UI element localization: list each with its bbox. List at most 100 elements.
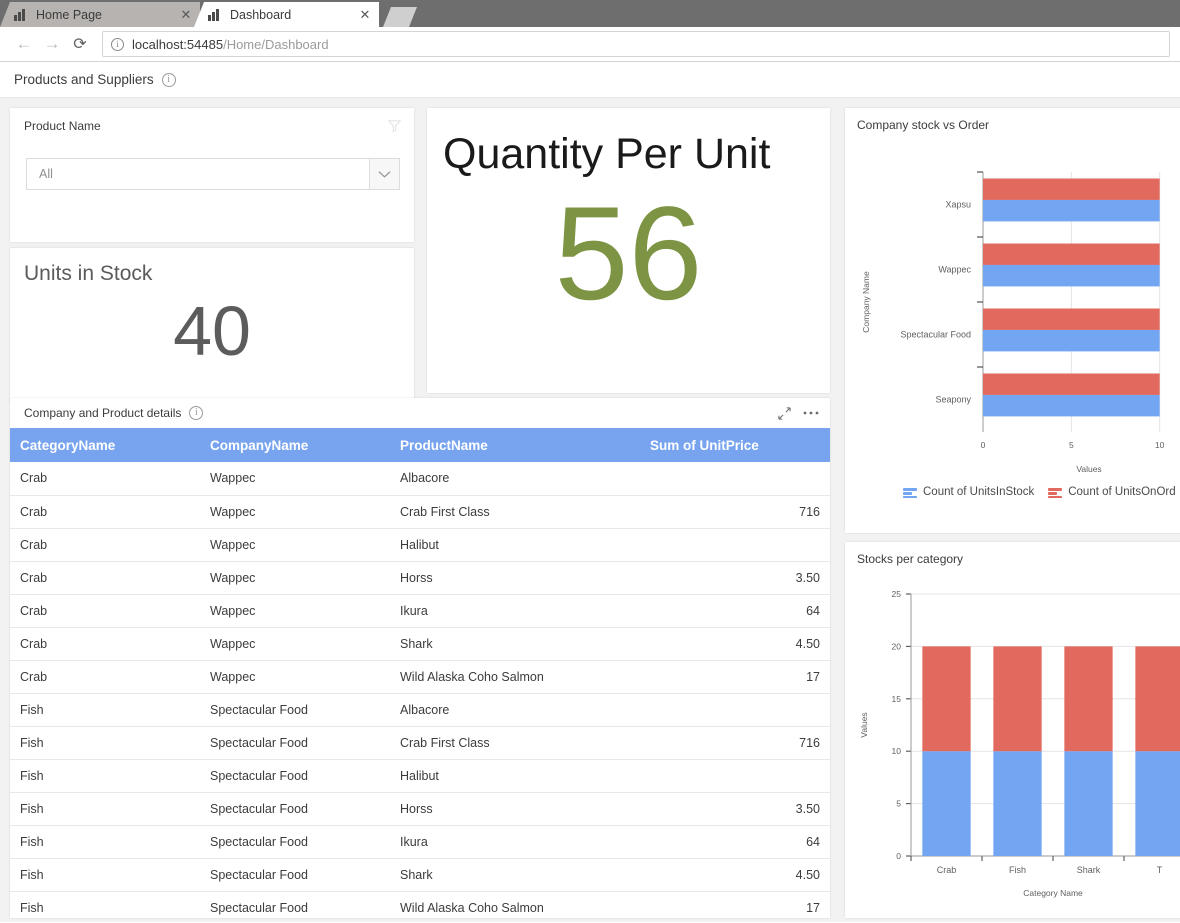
legend-item-units-in-stock[interactable]: Count of UnitsInStock (903, 486, 1034, 498)
table-header-bar: Company and Product details i (10, 398, 830, 428)
table-row[interactable]: Fish Spectacular Food Ikura 64 (10, 825, 830, 859)
info-icon[interactable]: i (161, 72, 176, 87)
y-axis-title: Company Name (861, 271, 871, 333)
table-cell: Crab (10, 462, 200, 496)
bar-units-in-stock (983, 199, 1160, 222)
table-cell: 3.50 (640, 561, 830, 595)
legend-item-units-on-order[interactable]: Count of UnitsOnOrd (1048, 486, 1176, 498)
table-cell: Halibut (390, 528, 640, 562)
column-header[interactable]: CategoryName (10, 428, 200, 462)
page-header: Products and Suppliers i (0, 62, 1180, 98)
site-info-icon[interactable]: i (111, 37, 124, 51)
table-cell: 64 (640, 594, 830, 628)
chart-title: Company stock vs Order (857, 118, 990, 132)
y-tick-label: 10 (892, 746, 902, 756)
dashboard-canvas: Product Name All Units in Stock 40 Quant… (0, 98, 1180, 922)
browser-tab-title: Home Page (36, 7, 103, 22)
table-cell: Fish (10, 792, 200, 826)
table-row[interactable]: Fish Spectacular Food Wild Alaska Coho Sal… (10, 891, 830, 918)
table-cell: Wappec (200, 627, 390, 661)
close-icon[interactable]: ✕ (178, 7, 194, 23)
y-tick-label: 25 (892, 589, 902, 599)
table-cell: 17 (640, 891, 830, 918)
x-category-label: Fish (1009, 865, 1026, 875)
table-row[interactable]: Crab Wappec Shark 4.50 (10, 627, 830, 661)
x-axis-title: Category Name (1023, 888, 1083, 898)
slicer-header: Product Name (10, 108, 414, 133)
table-cell: Fish (10, 825, 200, 859)
table-cell: Wappec (200, 594, 390, 628)
funnel-icon[interactable] (387, 118, 402, 133)
table-cell (640, 693, 830, 727)
table-cell: Fish (10, 759, 200, 793)
table-cell: Crab (10, 660, 200, 694)
table-row[interactable]: Fish Spectacular Food Shark 4.50 (10, 858, 830, 892)
kpi-value: 56 (554, 180, 703, 328)
table-row[interactable]: Crab Wappec Albacore (10, 462, 830, 496)
url-host: localhost:54485 (132, 36, 224, 52)
forward-icon[interactable]: → (38, 30, 66, 58)
legend-swatch-icon (1048, 486, 1063, 498)
table-cell: Crab (10, 594, 200, 628)
x-axis-title: Values (1076, 464, 1101, 474)
browser-tab-home-page[interactable]: Home Page ✕ (0, 2, 200, 27)
x-tick-label: 10 (1155, 440, 1165, 450)
ellipsis-icon[interactable] (802, 410, 820, 416)
x-category-label: Crab (937, 865, 957, 875)
new-tab-button[interactable] (383, 7, 417, 27)
back-icon[interactable]: ← (10, 30, 38, 58)
column-header[interactable]: ProductName (390, 428, 640, 462)
table-row[interactable]: Fish Spectacular Food Halibut (10, 759, 830, 793)
table-cell: Crab First Class (390, 726, 640, 760)
table-header-row: CategoryName CompanyName ProductName Sum of… (10, 428, 830, 462)
legend-label: Count of UnitsOnOrd (1068, 486, 1176, 498)
y-category-label: Spectacular Food (900, 330, 971, 340)
table-cell: Fish (10, 891, 200, 918)
y-tick-label: 5 (896, 799, 901, 809)
table-cell: Horss (390, 561, 640, 595)
column-header[interactable]: CompanyName (200, 428, 390, 462)
table-cell: Ikura (390, 825, 640, 859)
column-chart-plot[interactable]: 0 5 10 15 20 25 Crab Fish Shark T Category Name Val… (845, 566, 1180, 921)
table-cell: Spectacular Food (200, 858, 390, 892)
x-category-label: T (1157, 865, 1163, 875)
bar-units-in-stock (983, 264, 1160, 287)
table-cell: Spectacular Food (200, 726, 390, 760)
table-body: Crab Wappec Albacore Crab Wappec Crab First C… (10, 462, 830, 918)
bar-units-on-order (993, 646, 1042, 752)
browser-tab-strip: Home Page ✕ Dashboard ✕ (0, 0, 1180, 27)
reload-icon[interactable]: ⟳ (66, 30, 94, 58)
address-bar[interactable]: i localhost:54485/Home/Dashboard (102, 31, 1170, 57)
chevron-down-icon[interactable] (369, 159, 399, 189)
table-row[interactable]: Fish Spectacular Food Horss 3.50 (10, 792, 830, 826)
bar-chart-icon (208, 8, 222, 22)
table-row[interactable]: Crab Wappec Wild Alaska Coho Salmon 17 (10, 660, 830, 694)
table-row[interactable]: Crab Wappec Halibut (10, 528, 830, 562)
table-row[interactable]: Fish Spectacular Food Crab First Class 716 (10, 726, 830, 760)
quantity-per-unit-card: Quantity Per Unit 56 (427, 108, 830, 393)
bar-units-on-order (922, 646, 971, 752)
info-icon[interactable]: i (189, 406, 204, 420)
x-tick-label: 5 (1069, 440, 1074, 450)
table-cell: Wappec (200, 495, 390, 529)
table-cell: Wild Alaska Coho Salmon (390, 660, 640, 694)
expand-diagonal-icon[interactable] (777, 406, 792, 421)
table-row[interactable]: Crab Wappec Ikura 64 (10, 594, 830, 628)
bar-chart-plot[interactable]: 0 5 10 Xapsu Wappec Spectacular Food Seapony Va… (845, 132, 1180, 482)
table-row[interactable]: Crab Wappec Horss 3.50 (10, 561, 830, 595)
product-name-dropdown[interactable]: All (26, 158, 400, 190)
table-cell: Spectacular Food (200, 792, 390, 826)
bar-units-in-stock (922, 751, 971, 856)
table-row[interactable]: Fish Spectacular Food Albacore (10, 693, 830, 727)
y-category-label: Xapsu (945, 200, 971, 210)
y-tick-label: 15 (892, 694, 902, 704)
bar-chart-icon (14, 8, 28, 22)
close-icon[interactable]: ✕ (357, 7, 373, 23)
column-header[interactable]: Sum of UnitPrice (640, 428, 830, 462)
table-cell: Shark (390, 858, 640, 892)
bar-units-on-order (983, 243, 1160, 265)
browser-tab-dashboard[interactable]: Dashboard ✕ (194, 2, 379, 27)
table-row[interactable]: Crab Wappec Crab First Class 716 (10, 495, 830, 529)
table-cell: Crab (10, 627, 200, 661)
stocks-per-category-card: Stocks per category 0 5 10 15 20 25 Crab Fish Sh… (845, 542, 1180, 918)
